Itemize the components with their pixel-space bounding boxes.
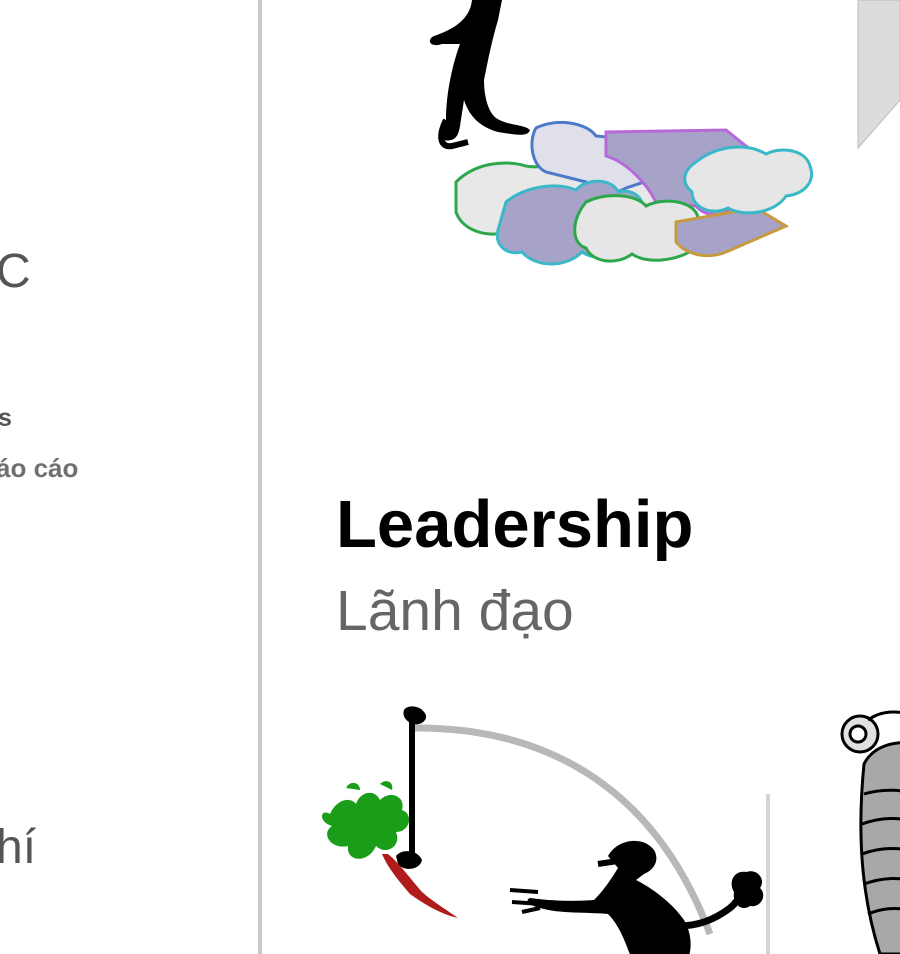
page-title: Leadership bbox=[336, 487, 694, 562]
left-fragment-bottom: hí bbox=[0, 821, 37, 874]
slide-view: C s áo cáo hí Leadership Lãnh đạo bbox=[0, 0, 900, 954]
next-arrow-icon bbox=[857, 0, 900, 150]
page-subtitle: Lãnh đạo bbox=[336, 579, 574, 643]
reaching-figure-icon bbox=[509, 841, 764, 954]
cornucopia-icon bbox=[840, 710, 900, 954]
puzzle-pieces-icon bbox=[454, 121, 813, 266]
left-fragment-subtitle: áo cáo bbox=[0, 453, 79, 483]
left-fragment-bold: s bbox=[0, 404, 12, 432]
left-fragment-heading: C bbox=[0, 245, 31, 298]
slide-divider bbox=[258, 0, 262, 954]
